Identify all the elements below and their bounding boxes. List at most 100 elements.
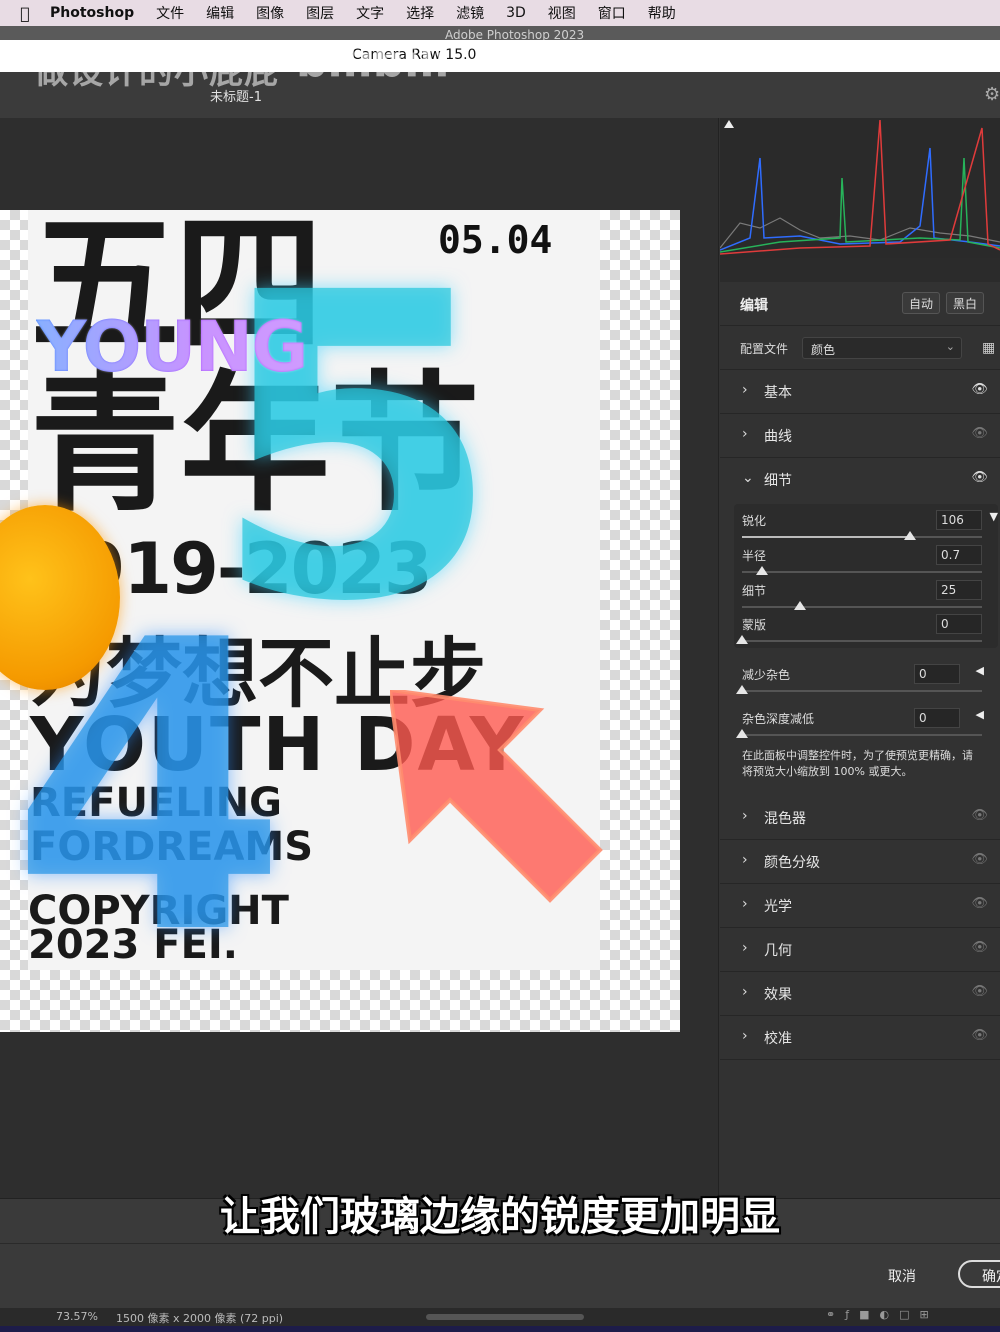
section-color-grading-label: 颜色分级 [764, 855, 820, 871]
zoom-level[interactable]: 73.57% [56, 1310, 98, 1323]
noise-reduction-slider[interactable]: 减少杂色 0 ◀ [736, 662, 984, 696]
dock-edge [0, 1326, 1000, 1332]
chevron-right-icon: › [742, 896, 748, 912]
menu-image[interactable]: 图像 [256, 3, 284, 23]
profile-select[interactable]: 颜色 ⌄ [802, 337, 962, 359]
eye-icon[interactable]: 👁 [971, 984, 988, 999]
mask-value[interactable]: 0 [936, 614, 982, 634]
edit-header: 编辑 自动 黑白 [720, 282, 1000, 326]
poster-young: YOUNG [36, 306, 309, 388]
footer-divider [0, 1243, 1000, 1244]
sharpen-value[interactable]: 106 [936, 510, 982, 530]
menu-3d[interactable]: 3D [506, 5, 526, 21]
settings-gear-icon[interactable]: ⚙ [984, 84, 1000, 105]
eye-icon[interactable]: 👁 [971, 426, 988, 441]
radius-slider[interactable]: 半径 0.7 [742, 543, 982, 577]
section-color-mixer[interactable]: › 混色器 👁 [720, 796, 1000, 840]
watermark-bilibili-logo: bilibili [296, 36, 450, 87]
radius-thumb[interactable] [756, 566, 768, 575]
eye-icon[interactable]: 👁 [971, 808, 988, 823]
section-curve[interactable]: › 曲线 👁 [720, 414, 1000, 458]
noise-reduction-track [742, 690, 982, 692]
noise-reduction-thumb[interactable] [736, 685, 748, 694]
eye-icon[interactable]: 👁 [971, 852, 988, 867]
menu-type[interactable]: 文字 [356, 3, 384, 23]
video-subtitle: 让我们玻璃边缘的锐度更加明显 [220, 1194, 780, 1240]
menu-view[interactable]: 视图 [548, 3, 576, 23]
apple-icon[interactable]:  [0, 4, 50, 23]
color-noise-thumb[interactable] [736, 729, 748, 738]
mask-label: 蒙版 [742, 618, 767, 632]
chevron-right-icon: › [742, 984, 748, 1000]
section-color-grading[interactable]: › 颜色分级 👁 [720, 840, 1000, 884]
radius-track [742, 571, 982, 573]
section-detail[interactable]: ⌄ 细节 👁 [720, 458, 1000, 502]
detail-track [742, 606, 982, 608]
menu-edit[interactable]: 编辑 [206, 3, 234, 23]
menu-help[interactable]: 帮助 [648, 3, 676, 23]
eye-icon[interactable]: 👁 [971, 940, 988, 955]
radius-value[interactable]: 0.7 [936, 545, 982, 565]
menu-file[interactable]: 文件 [156, 3, 184, 23]
menu-filter[interactable]: 滤镜 [456, 3, 484, 23]
eye-icon[interactable]: 👁 [971, 1028, 988, 1043]
chevron-right-icon: › [742, 426, 748, 442]
mask-thumb[interactable] [736, 635, 748, 644]
radius-label: 半径 [742, 549, 767, 563]
menu-app-name[interactable]: Photoshop [50, 5, 134, 21]
menu-bar:  Photoshop 文件 编辑 图像 图层 文字 选择 滤镜 3D 视图 窗… [0, 0, 1000, 26]
menu-select[interactable]: 选择 [406, 3, 434, 23]
document-info[interactable]: 1500 像素 x 2000 像素 (72 ppi) [116, 1310, 283, 1326]
auto-button[interactable]: 自动 [902, 292, 941, 314]
profile-label: 配置文件 [740, 342, 789, 356]
section-calibration[interactable]: › 校准 👁 [720, 1016, 1000, 1060]
mask-slider[interactable]: 蒙版 0 [736, 612, 982, 646]
color-noise-label: 杂色深度减低 [742, 712, 815, 726]
mask-track [742, 640, 982, 642]
edit-label: 编辑 [740, 298, 768, 314]
menu-layer[interactable]: 图层 [306, 3, 334, 23]
color-noise-track [742, 734, 982, 736]
sharpen-label: 锐化 [742, 514, 767, 528]
color-noise-value[interactable]: 0 [914, 708, 960, 728]
profile-row: 配置文件 颜色 ⌄ ▦ [720, 326, 1000, 370]
detail-label: 细节 [742, 584, 767, 598]
section-geometry[interactable]: › 几何 👁 [720, 928, 1000, 972]
section-optics[interactable]: › 光学 👁 [720, 884, 1000, 928]
detail-thumb[interactable] [794, 601, 806, 610]
left-triangle-icon[interactable]: ◀ [976, 664, 984, 677]
detail-value[interactable]: 25 [936, 580, 982, 600]
profile-value: 颜色 [811, 343, 836, 357]
noise-reduction-label: 减少杂色 [742, 668, 791, 682]
chevron-down-icon: ⌄ [945, 340, 955, 353]
eye-icon[interactable]: 👁 [971, 896, 988, 911]
eye-icon[interactable]: 👁 [971, 382, 988, 397]
sharpen-slider[interactable]: 锐化 106 ▼ [742, 508, 998, 542]
chevron-right-icon: › [742, 1028, 748, 1044]
watermark-author: 做设计的小屁屁 [34, 52, 279, 92]
chevron-down-icon: ⌄ [742, 470, 754, 486]
section-effects[interactable]: › 效果 👁 [720, 972, 1000, 1016]
layer-tools-icons[interactable]: ⚭ƒ■◐□⊞ [826, 1308, 939, 1321]
section-basic[interactable]: › 基本 👁 [720, 370, 1000, 414]
color-noise-slider[interactable]: 杂色深度减低 0 ◀ [736, 706, 984, 740]
eye-icon[interactable]: 👁 [971, 470, 988, 485]
profile-browser-icon[interactable]: ▦ [982, 340, 995, 356]
horizontal-scrollbar[interactable] [426, 1314, 584, 1320]
ok-button[interactable]: 确定 [958, 1260, 1000, 1288]
cancel-button[interactable]: 取消 [888, 1266, 916, 1286]
section-calibration-label: 校准 [764, 1031, 792, 1047]
detail-slider[interactable]: 细节 25 [742, 578, 982, 612]
section-effects-label: 效果 [764, 987, 792, 1003]
left-triangle-icon[interactable]: ◀ [976, 708, 984, 721]
collapse-triangle-icon[interactable]: ▼ [990, 510, 998, 523]
chevron-right-icon: › [742, 382, 748, 398]
section-curve-label: 曲线 [764, 429, 792, 445]
black-white-button[interactable]: 黑白 [946, 292, 985, 314]
chevron-right-icon: › [742, 940, 748, 956]
sharpen-thumb[interactable] [904, 531, 916, 540]
noise-reduction-value[interactable]: 0 [914, 664, 960, 684]
canvas-area[interactable]: 五四 05.04 青年节 1919-2023 为梦想不止步 YOUTH DAY … [0, 118, 718, 1198]
menu-window[interactable]: 窗口 [598, 3, 626, 23]
glass-arrow-shape [390, 690, 603, 903]
